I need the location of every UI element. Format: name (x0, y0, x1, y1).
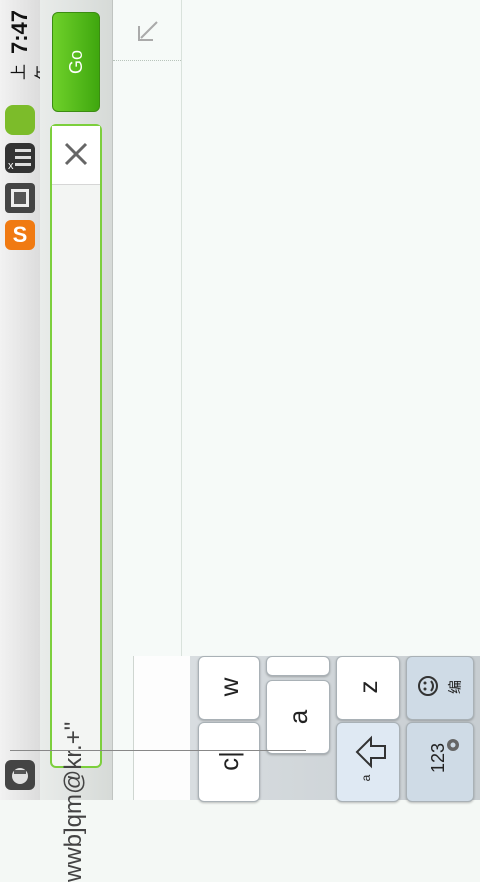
go-button[interactable]: Go (52, 12, 100, 112)
page-divider (181, 0, 182, 660)
soft-keyboard: w c| a z a 编 123 (190, 656, 480, 802)
sogou-input-icon: S (5, 220, 35, 250)
status-ampm: 上午 (11, 64, 52, 81)
key-z-label: z (353, 680, 383, 694)
divider-line (10, 750, 306, 751)
close-icon (64, 142, 88, 166)
sim-card-icon (5, 183, 35, 213)
chat-notification-icon (5, 105, 35, 135)
key-w-label: w (214, 677, 244, 697)
status-bar: 7:47 上午 x S (0, 0, 52, 800)
android-debug-icon (5, 760, 35, 790)
shift-key[interactable]: a (336, 722, 400, 802)
status-time: 7:47 (7, 9, 32, 55)
key-a-label: a (283, 709, 313, 725)
key-a[interactable]: a (266, 680, 330, 754)
key-z[interactable]: z (336, 656, 400, 720)
key-c-label: c| (214, 751, 244, 771)
emoji-sub-label: 编 (447, 680, 463, 694)
url-text: wwb]qm@kr.+" (60, 721, 87, 882)
go-button-label: Go (66, 50, 86, 75)
smiley-icon (418, 676, 438, 696)
emoji-key[interactable]: 编 (406, 656, 474, 720)
url-input[interactable]: wwb]qm@kr.+" (50, 124, 102, 882)
text-panel-fragment (133, 656, 190, 800)
numbers-key[interactable]: 123 (406, 722, 474, 802)
key-c[interactable]: c| (198, 722, 260, 802)
task-manager-icon: x (5, 143, 35, 173)
clear-url-button[interactable] (52, 126, 100, 185)
key-w[interactable]: w (198, 656, 260, 720)
key-blank[interactable] (266, 656, 330, 676)
dotted-divider (113, 60, 181, 61)
svg-text:x: x (8, 160, 14, 172)
gear-icon (447, 739, 459, 751)
collapse-arrow-icon[interactable] (135, 18, 161, 44)
